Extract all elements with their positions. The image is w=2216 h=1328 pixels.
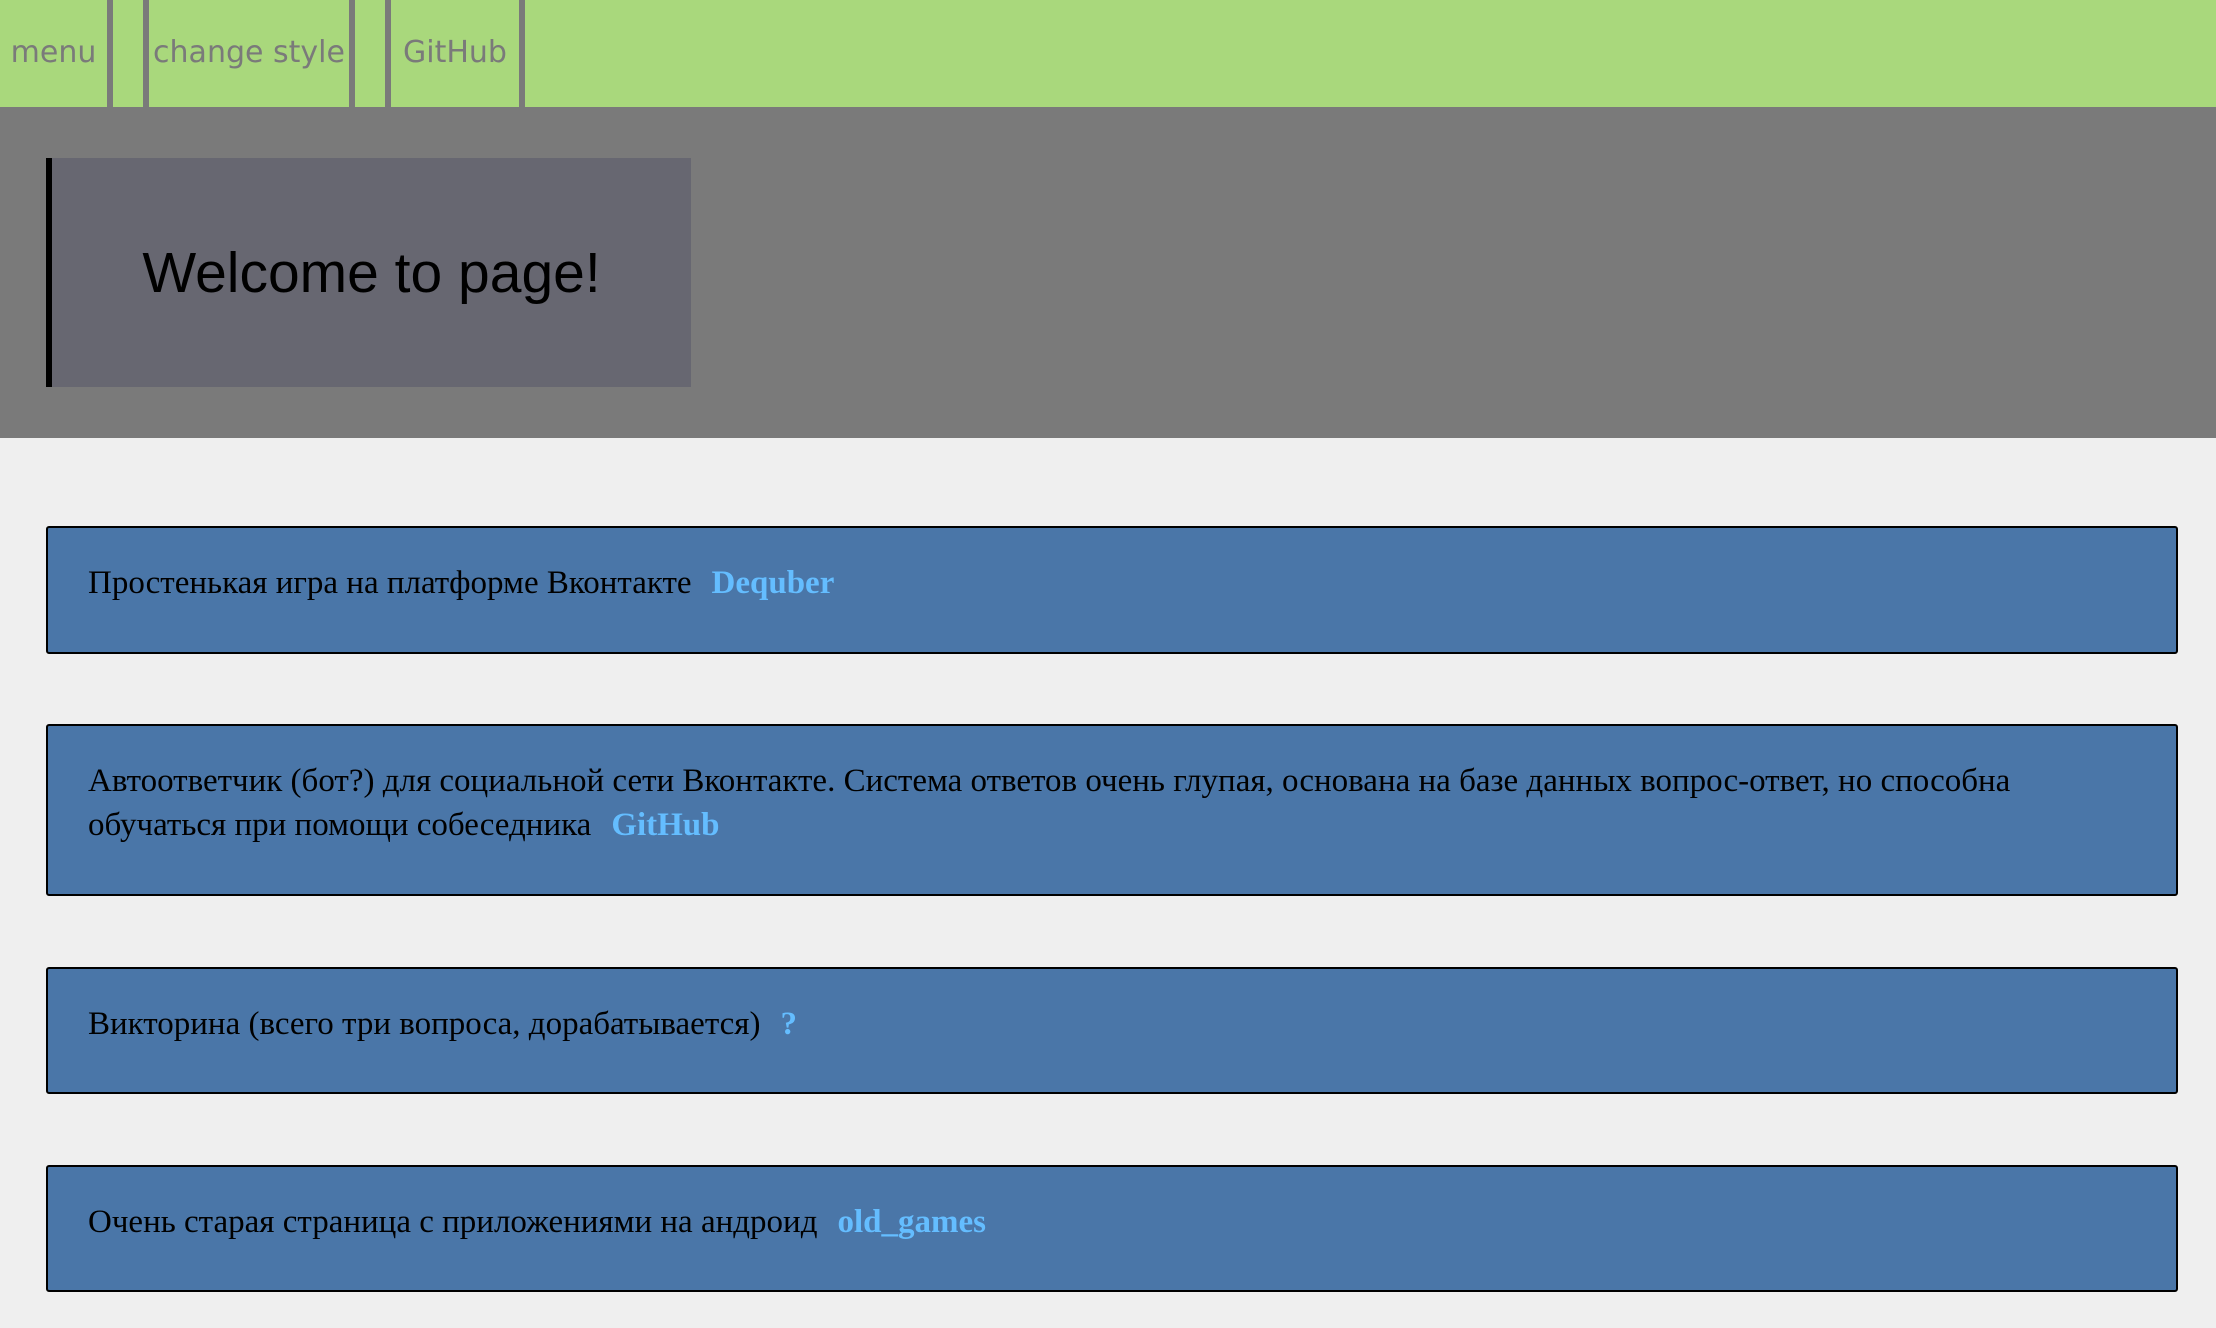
project-card-bot: Автоответчик (бот?) для социальной сети … [46,724,2178,896]
dequber-link[interactable]: Dequber [712,565,835,601]
project-card-quiz: Викторина (всего три вопроса, дорабатыва… [46,967,2178,1094]
nav-item-empty-1[interactable] [113,0,149,107]
nav-item-empty-2[interactable] [355,0,391,107]
project-card-dequber: Простенькая игра на платформе Вконтакте D… [46,526,2178,654]
top-nav-bar: menu change style GitHub [0,0,2216,107]
nav-menu-label[interactable]: menu [0,31,107,75]
nav-item-github[interactable]: GitHub [391,0,525,107]
nav-item-change-style[interactable]: change style [149,0,355,107]
nav-item-menu[interactable]: menu [0,0,113,107]
welcome-box: Welcome to page! [46,158,691,387]
quiz-link[interactable]: ? [780,1006,797,1042]
project-card-old-games: Очень старая страница с приложениями на … [46,1165,2178,1292]
nav-change-style-label[interactable]: change style [149,31,349,75]
nav-github-label[interactable]: GitHub [391,31,519,75]
old-games-link[interactable]: old_games [838,1204,987,1240]
hero-section: Welcome to page! [0,107,2216,438]
card-description: Викторина (всего три вопроса, дорабатыва… [88,1006,761,1042]
card-description: Простенькая игра на платформе Вконтакте [88,565,692,601]
github-link[interactable]: GitHub [611,807,719,843]
card-description: Очень старая страница с приложениями на … [88,1204,818,1240]
card-description: Автоответчик (бот?) для социальной сети … [88,763,2011,843]
page-title: Welcome to page! [142,241,601,305]
